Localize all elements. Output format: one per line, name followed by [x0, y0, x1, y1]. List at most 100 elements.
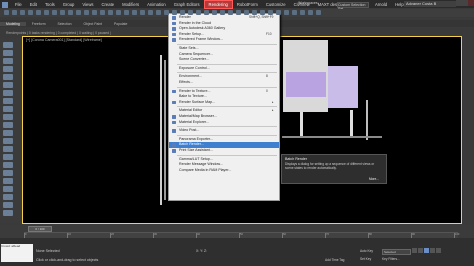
- left-tool-icon[interactable]: [3, 114, 13, 120]
- menu-views[interactable]: Views: [78, 1, 97, 8]
- ribbon-tab-freeform[interactable]: Freeform: [26, 22, 52, 26]
- left-tool-icon[interactable]: [3, 138, 13, 144]
- toolbar-tool-icon[interactable]: [196, 10, 201, 15]
- left-tool-icon[interactable]: [3, 210, 13, 216]
- menu-file[interactable]: File: [11, 1, 26, 8]
- toolbar-tool-icon[interactable]: [148, 10, 153, 15]
- left-tool-icon[interactable]: [3, 130, 13, 136]
- toolbar-tool-icon[interactable]: [252, 10, 257, 15]
- toolbar-tool-icon[interactable]: [140, 10, 145, 15]
- workspace-select[interactable]: Custom Selection Set: [337, 2, 369, 11]
- menu-arnold[interactable]: Arnold: [371, 1, 391, 8]
- goto-end-icon[interactable]: [436, 248, 441, 253]
- toolbar-tool-icon[interactable]: [164, 10, 169, 15]
- menu-item-video-post[interactable]: Video Post...: [169, 128, 279, 134]
- menu-create[interactable]: Create: [98, 1, 119, 8]
- left-tool-icon[interactable]: [3, 82, 13, 88]
- left-tool-icon[interactable]: [3, 42, 13, 48]
- left-tool-icon[interactable]: [3, 170, 13, 176]
- toolbar-tool-icon[interactable]: [284, 10, 289, 15]
- menu-group[interactable]: Group: [59, 1, 79, 8]
- toolbar-tool-icon[interactable]: [308, 10, 313, 15]
- left-tool-icon[interactable]: [3, 146, 13, 152]
- ribbon-tab-populate[interactable]: Populate: [108, 22, 133, 26]
- key-selection-dropdown[interactable]: Selected: [382, 249, 411, 255]
- toolbar-tool-icon[interactable]: [292, 10, 297, 15]
- key-filters-button[interactable]: Key Filters...: [382, 257, 400, 261]
- maxscript-listener[interactable]: Crowd: aRead: [1, 244, 33, 262]
- left-tool-icon[interactable]: [3, 202, 13, 208]
- toolbar-tool-icon[interactable]: [260, 10, 265, 15]
- auto-key-button[interactable]: Auto Key: [360, 249, 373, 253]
- toolbar-tool-icon[interactable]: [116, 10, 121, 15]
- menu-item-compare-media-in-ram-player[interactable]: Compare Media in RAM Player...: [169, 168, 279, 174]
- menu-item-effects[interactable]: Effects...: [169, 80, 279, 86]
- menu-rendering[interactable]: Rendering: [203, 0, 233, 9]
- left-tool-icon[interactable]: [3, 66, 13, 72]
- left-tool-icon[interactable]: [3, 58, 13, 64]
- toolbar-tool-icon[interactable]: [20, 10, 25, 15]
- toolbar-tool-icon[interactable]: [172, 10, 177, 15]
- menu-edit[interactable]: Edit: [26, 1, 41, 8]
- viewport-label[interactable]: [+] [Corona Camera001] [Standard] [Wiref…: [26, 38, 102, 42]
- tooltip-more-link[interactable]: More...: [369, 177, 379, 181]
- left-tool-icon[interactable]: [3, 50, 13, 56]
- menu-tools[interactable]: Tools: [41, 1, 59, 8]
- next-frame-icon[interactable]: [430, 248, 435, 253]
- menu-item-rendered-frame-window[interactable]: Rendered Frame Window...: [169, 37, 279, 43]
- toolbar-tool-icon[interactable]: [76, 10, 81, 15]
- close-icon[interactable]: [468, 0, 474, 6]
- ribbon-tab-object-paint[interactable]: Object Paint: [77, 22, 107, 26]
- toolbar-tool-icon[interactable]: [268, 10, 273, 15]
- toolbar-tool-icon[interactable]: [60, 10, 65, 15]
- menu-item-scene-converter[interactable]: Scene Converter...: [169, 57, 279, 63]
- toolbar-tool-icon[interactable]: [300, 10, 305, 15]
- left-tool-icon[interactable]: [3, 154, 13, 160]
- toolbar-tool-icon[interactable]: [68, 10, 73, 15]
- prev-frame-icon[interactable]: [418, 248, 423, 253]
- toolbar-tool-icon[interactable]: [36, 10, 41, 15]
- toolbar-tool-icon[interactable]: [52, 10, 57, 15]
- set-key-button[interactable]: Set Key: [360, 257, 371, 261]
- toolbar-tool-icon[interactable]: [276, 10, 281, 15]
- ribbon-tab-modeling[interactable]: Modeling: [0, 21, 26, 26]
- left-tool-icon[interactable]: [3, 98, 13, 104]
- toolbar-tool-icon[interactable]: [156, 10, 161, 15]
- toolbar-tool-icon[interactable]: [188, 10, 193, 15]
- toolbar-tool-icon[interactable]: [4, 10, 9, 15]
- play-icon[interactable]: [424, 248, 429, 253]
- menu-robotform[interactable]: RobotForm: [233, 1, 262, 8]
- toolbar-tool-icon[interactable]: [28, 10, 33, 15]
- toolbar-tool-icon[interactable]: [92, 10, 97, 15]
- left-tool-icon[interactable]: [3, 194, 13, 200]
- toolbar-tool-icon[interactable]: [84, 10, 89, 15]
- app-logo-icon[interactable]: [2, 1, 8, 8]
- left-tool-icon[interactable]: [3, 122, 13, 128]
- toolbar-tool-icon[interactable]: [228, 10, 233, 15]
- left-tool-icon[interactable]: [3, 90, 13, 96]
- menu-graph-editors[interactable]: Graph Editors: [170, 1, 204, 8]
- toolbar-tool-icon[interactable]: [244, 10, 249, 15]
- toolbar-tool-icon[interactable]: [212, 10, 217, 15]
- menu-animation[interactable]: Animation: [143, 1, 170, 8]
- left-tool-icon[interactable]: [3, 186, 13, 192]
- add-time-tag[interactable]: Add Time Tag: [325, 258, 344, 262]
- user-account[interactable]: Advaner Costa B: [404, 1, 456, 7]
- toolbar-tool-icon[interactable]: [132, 10, 137, 15]
- toolbar-tool-icon[interactable]: [100, 10, 105, 15]
- menu-item-exposure-control[interactable]: Exposure Control...: [169, 66, 279, 72]
- left-tool-icon[interactable]: [3, 106, 13, 112]
- toolbar-tool-icon[interactable]: [204, 10, 209, 15]
- toolbar-tool-icon[interactable]: [12, 10, 17, 15]
- toolbar-tool-icon[interactable]: [124, 10, 129, 15]
- toolbar-tool-icon[interactable]: [236, 10, 241, 15]
- toolbar-tool-icon[interactable]: [44, 10, 49, 15]
- goto-start-icon[interactable]: [412, 248, 417, 253]
- coordinate-display[interactable]: X: Y: Z:: [196, 249, 207, 253]
- menu-item-print-size-assistant[interactable]: Print Size Assistant...: [169, 148, 279, 154]
- left-tool-icon[interactable]: [3, 178, 13, 184]
- left-tool-icon[interactable]: [3, 162, 13, 168]
- ribbon-tab-selection[interactable]: Selection: [52, 22, 78, 26]
- menu-customize[interactable]: Customize: [262, 1, 290, 8]
- menu-item-render-surface-map[interactable]: Render Surface Map... ▸: [169, 100, 279, 106]
